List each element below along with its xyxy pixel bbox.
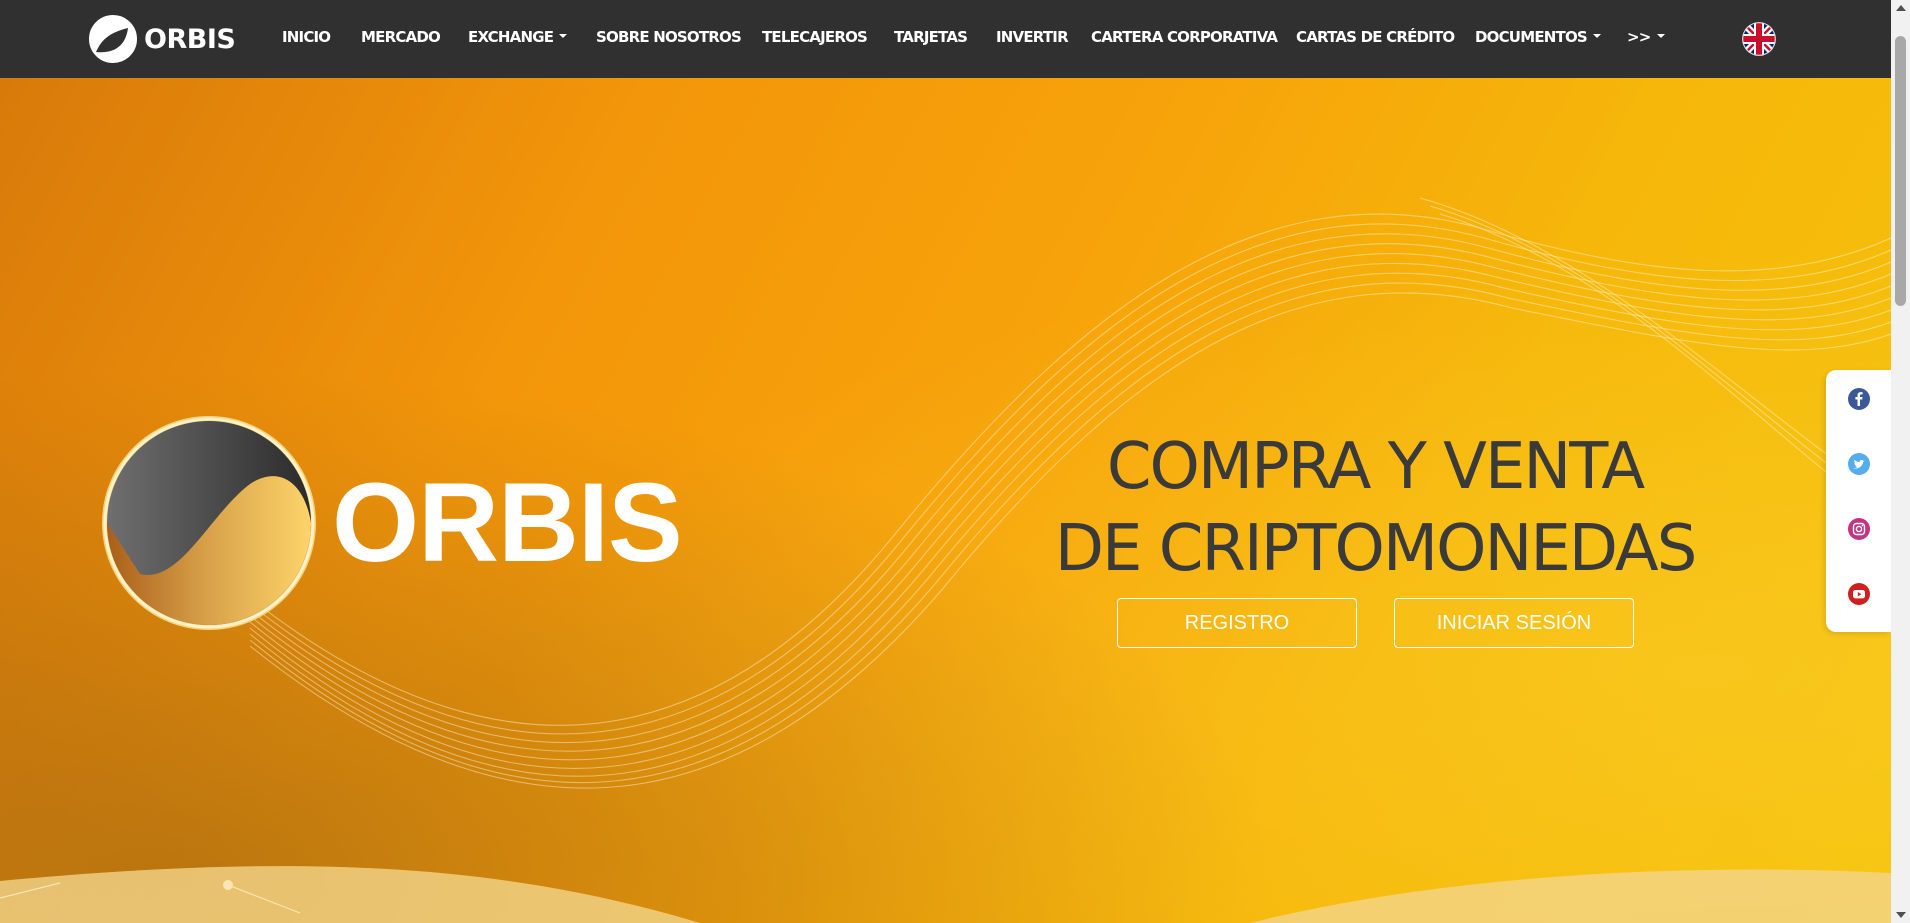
nav-sobre-nosotros[interactable]: SOBRE NOSOTROS <box>596 28 742 46</box>
language-switcher[interactable] <box>1742 22 1776 56</box>
hero-logo: ORBIS <box>100 414 683 632</box>
caret-down-icon <box>1656 33 1665 38</box>
headline-line-1: COMPRA Y VENTA <box>1106 430 1645 504</box>
nav-inicio[interactable]: INICIO <box>282 28 331 46</box>
nav-cartas-de-credito[interactable]: CARTAS DE CRÉDITO <box>1296 28 1455 46</box>
hero-banner: ORBIS COMPRA Y VENTA DE CRIPTOMONEDAS <box>0 78 1891 923</box>
nav-label: CARTERA CORPORATIVA <box>1091 28 1278 46</box>
nav-label: EXCHANGE <box>468 28 554 46</box>
register-button[interactable]: REGISTRO <box>1117 598 1357 648</box>
brand-name: ORBIS <box>144 23 236 55</box>
nav-label: INVERTIR <box>996 28 1069 46</box>
hero-headline: COMPRA Y VENTA DE CRIPTOMONEDAS <box>1010 426 1740 590</box>
login-button[interactable]: INICIAR SESIÓN <box>1394 598 1634 648</box>
nav-invertir[interactable]: INVERTIR <box>996 28 1069 46</box>
nav-label: TELECAJEROS <box>762 28 868 46</box>
nav-label: TARJETAS <box>894 28 968 46</box>
instagram-icon[interactable] <box>1848 518 1870 540</box>
top-navbar: ORBIS INICIO MERCADO EXCHANGE SOBRE NOSO… <box>0 0 1891 78</box>
nav-label: DOCUMENTOS <box>1475 28 1588 46</box>
nav-label: >> <box>1627 28 1651 46</box>
nav-label: MERCADO <box>361 28 441 46</box>
nav-more[interactable]: >> <box>1627 28 1665 46</box>
social-sidebar <box>1826 370 1891 632</box>
facebook-icon[interactable] <box>1848 388 1870 410</box>
orbis-logo-icon <box>89 15 137 63</box>
hero-logo-wordmark: ORBIS <box>332 460 683 585</box>
scroll-down-arrow-icon[interactable] <box>1896 912 1906 918</box>
nav-label: INICIO <box>282 28 331 46</box>
nav-label: CARTAS DE CRÉDITO <box>1296 28 1455 46</box>
nav-documentos[interactable]: DOCUMENTOS <box>1475 28 1601 46</box>
nav-telecajeros[interactable]: TELECAJEROS <box>762 28 868 46</box>
brand-logo-link[interactable]: ORBIS <box>88 14 236 64</box>
nav-cartera-corporativa[interactable]: CARTERA CORPORATIVA <box>1091 28 1278 46</box>
scrollbar-thumb[interactable] <box>1895 36 1906 306</box>
nav-mercado[interactable]: MERCADO <box>361 28 441 46</box>
youtube-icon[interactable] <box>1848 583 1870 605</box>
bottom-wave-band <box>0 866 1891 923</box>
nav-tarjetas[interactable]: TARJETAS <box>894 28 968 46</box>
scroll-up-arrow-icon[interactable] <box>1896 5 1906 11</box>
uk-flag-icon <box>1742 22 1776 56</box>
vertical-scrollbar[interactable] <box>1891 0 1910 923</box>
caret-down-icon <box>559 33 568 38</box>
nav-exchange[interactable]: EXCHANGE <box>468 28 568 46</box>
headline-line-2: DE CRIPTOMONEDAS <box>1054 512 1698 586</box>
orbis-sphere-icon <box>102 416 316 630</box>
caret-down-icon <box>1592 33 1601 38</box>
nav-label: SOBRE NOSOTROS <box>596 28 742 46</box>
twitter-icon[interactable] <box>1848 453 1870 475</box>
